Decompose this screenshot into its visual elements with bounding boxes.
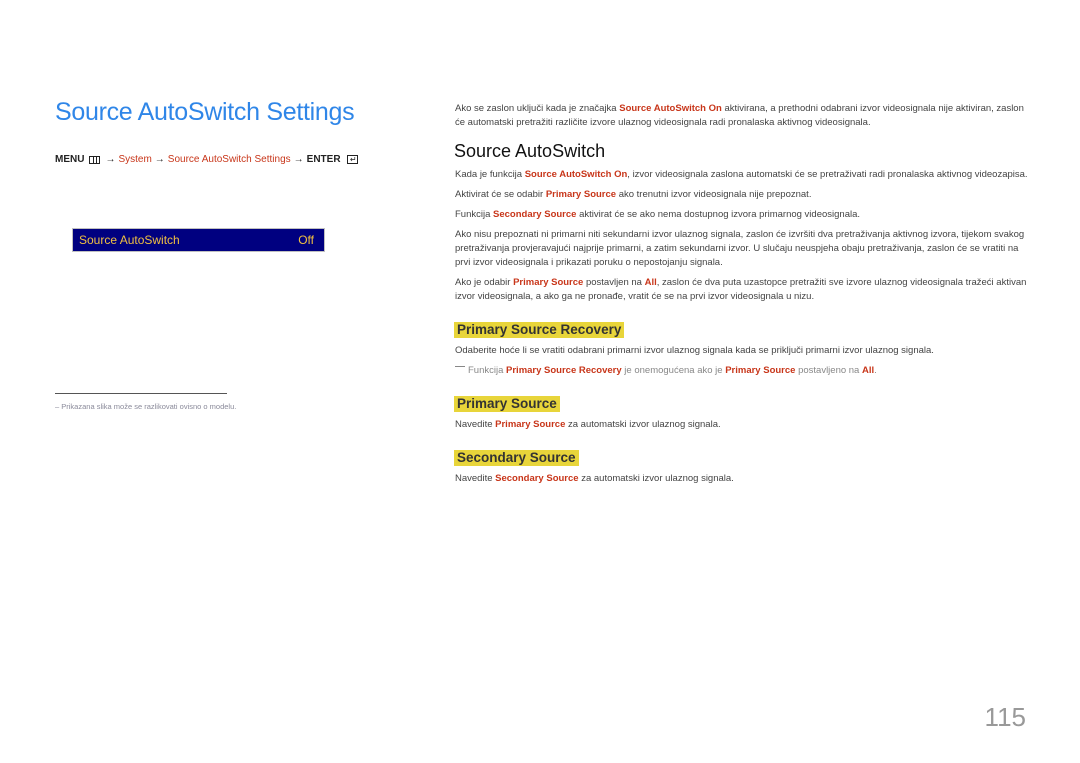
footnote-dash: – [55, 402, 60, 411]
text: postavljeno na [795, 365, 862, 376]
subsection-title-primary-source: Primary Source [454, 396, 560, 412]
breadcrumb-arrow: → [293, 154, 304, 165]
highlight: All [644, 277, 657, 288]
content-column: Ako se zaslon uključi kada je značajka S… [454, 102, 1030, 492]
highlight: Primary Source [725, 365, 796, 376]
text: je onemogućena ako je [621, 365, 726, 376]
text: za automatski izvor ulaznog signala. [578, 473, 734, 484]
text: ako trenutni izvor videosignala nije pre… [616, 189, 812, 200]
text: Ako se zaslon uključi kada je značajka [455, 103, 620, 114]
text: za automatski izvor ulaznog signala. [565, 419, 721, 430]
breadcrumb-arrow: → [154, 154, 165, 165]
breadcrumb: MENU → System → Source AutoSwitch Settin… [55, 154, 358, 165]
highlight: Source AutoSwitch On [619, 103, 722, 114]
text: Funkcija [468, 365, 507, 376]
highlight: Primary Source Recovery [506, 365, 622, 376]
paragraph: Kada je funkcija Source AutoSwitch On, i… [455, 168, 1030, 182]
footnote-divider [55, 393, 227, 394]
page-number: 115 [984, 702, 1026, 732]
text: Navedite [455, 419, 496, 430]
highlight: All [861, 365, 875, 376]
text: postavljen na [583, 277, 645, 288]
breadcrumb-enter: ENTER [306, 154, 341, 165]
breadcrumb-menu: MENU [55, 154, 85, 165]
note: Funkcija Primary Source Recovery je onem… [455, 364, 1030, 378]
paragraph: Aktivirat će se odabir Primary Source ak… [455, 188, 1030, 202]
footnote-text: Prikazana slika može se razlikovati ovis… [61, 402, 237, 411]
footnote: – Prikazana slika može se razlikovati ov… [55, 402, 236, 411]
note-dash-icon [455, 365, 465, 367]
breadcrumb-settings: Source AutoSwitch Settings [167, 154, 291, 165]
highlight: Primary Source [495, 419, 566, 430]
paragraph: Ako nisu prepoznati ni primarni niti sek… [455, 229, 1025, 268]
highlight: Primary Source [545, 189, 617, 200]
text: Ako je odabir [455, 277, 514, 288]
paragraph: Ako je odabir Primary Source postavljen … [455, 276, 1030, 304]
paragraph: Odaberite hoće li se vratiti odabrani pr… [455, 345, 934, 356]
text: . [874, 365, 877, 376]
intro-paragraph: Ako se zaslon uključi kada je značajka S… [455, 102, 1030, 130]
highlight: Secondary Source [495, 473, 579, 484]
osd-label: Source AutoSwitch [79, 233, 180, 247]
text: Funkcija [455, 209, 494, 220]
menu-icon [89, 155, 101, 164]
highlight: Primary Source [513, 277, 584, 288]
page-title: Source AutoSwitch Settings [55, 98, 355, 126]
text: Kada je funkcija [455, 169, 525, 180]
subsection-title-primary-source-recovery: Primary Source Recovery [454, 322, 625, 338]
text: aktivirat će se ako nema dostupnog izvor… [576, 209, 861, 220]
highlight: Source AutoSwitch On [524, 169, 628, 180]
osd-menu-row: Source AutoSwitch Off [72, 228, 325, 252]
text: , izvor videosignala zaslona automatski … [627, 169, 1028, 180]
text: Aktivirat će se odabir [455, 189, 546, 200]
enter-icon: ↵ [346, 155, 358, 164]
paragraph: Navedite Secondary Source za automatski … [455, 472, 1030, 486]
breadcrumb-arrow: → [105, 154, 116, 165]
highlight: Secondary Source [493, 209, 577, 220]
subsection-title-secondary-source: Secondary Source [454, 450, 579, 466]
section-title: Source AutoSwitch [454, 141, 606, 161]
osd-value: Off [298, 233, 314, 247]
breadcrumb-system: System [118, 154, 152, 165]
text: Navedite [455, 473, 496, 484]
paragraph: Navedite Primary Source za automatski iz… [455, 418, 1030, 432]
paragraph: Funkcija Secondary Source aktivirat će s… [455, 208, 1030, 222]
